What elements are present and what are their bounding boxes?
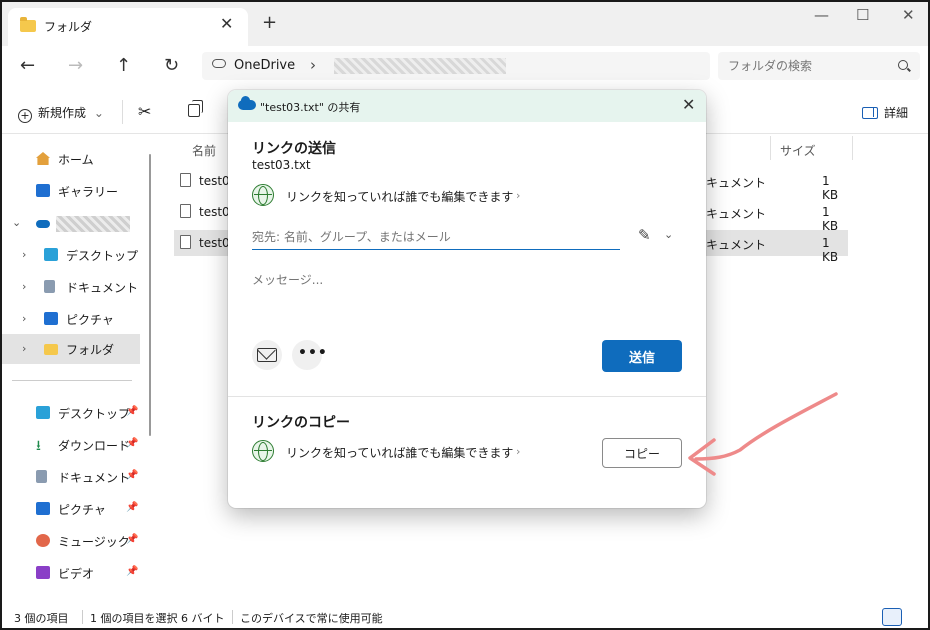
annotation-arrow — [688, 392, 838, 476]
file-explorer-window: フォルダ ✕ + — ☐ ✕ ← → ↑ ↻ OneDrive › +新規作成 … — [0, 0, 930, 630]
